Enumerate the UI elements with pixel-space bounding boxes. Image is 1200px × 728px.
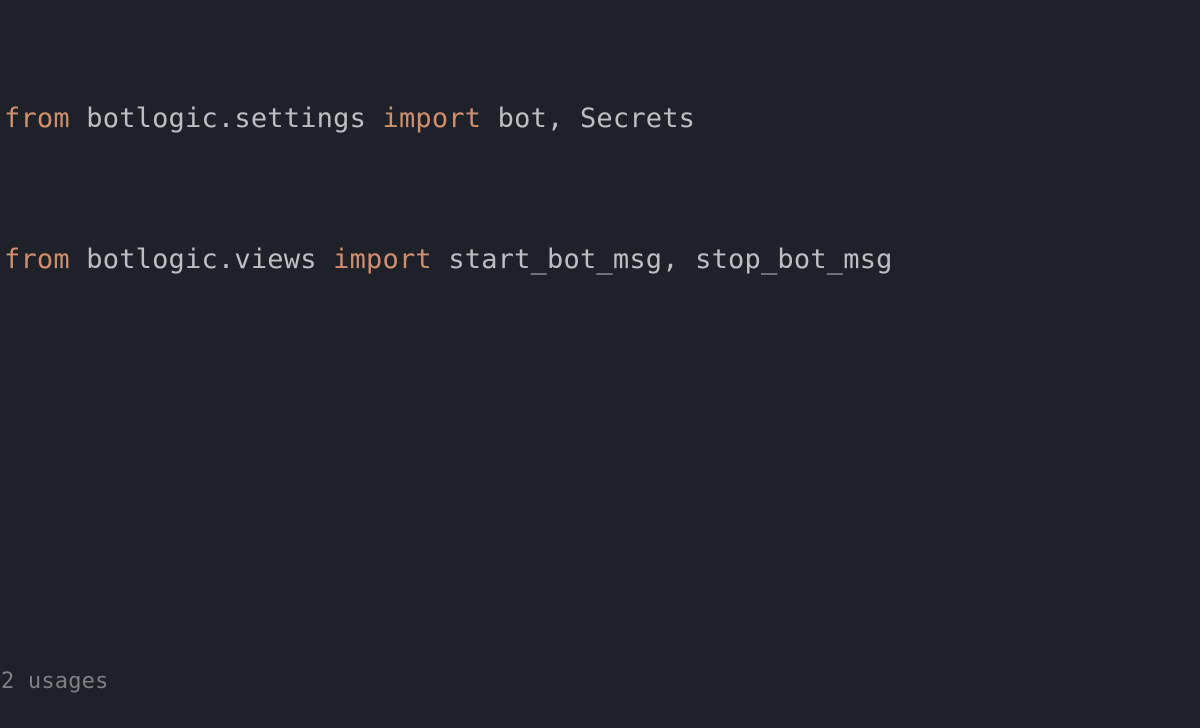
code-line: from botlogic.views import start_bot_msg…: [0, 236, 1200, 283]
code-editor[interactable]: from botlogic.settings import bot, Secre…: [0, 0, 1200, 728]
module-path: botlogic.views: [70, 244, 333, 275]
import-names: bot, Secrets: [481, 103, 695, 134]
blank-line: [0, 378, 1200, 425]
code-line: from botlogic.settings import bot, Secre…: [0, 95, 1200, 142]
blank-line: [0, 520, 1200, 567]
module-path: botlogic.settings: [70, 103, 383, 134]
keyword-from: from: [4, 103, 70, 134]
keyword-from: from: [4, 244, 70, 275]
import-names: start_bot_msg, stop_bot_msg: [432, 244, 893, 275]
keyword-import: import: [333, 244, 432, 275]
usages-inlay[interactable]: 2 usages: [0, 661, 1200, 703]
keyword-import: import: [382, 103, 481, 134]
